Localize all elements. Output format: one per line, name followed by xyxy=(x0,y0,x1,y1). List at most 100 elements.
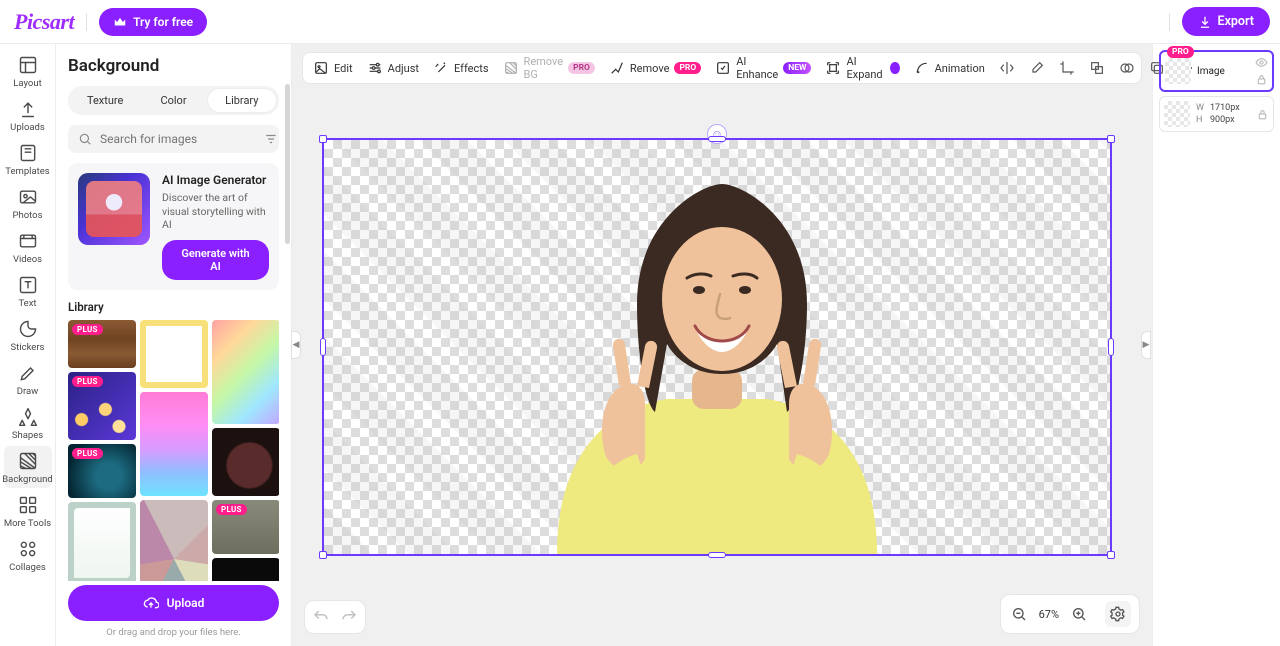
search-input[interactable] xyxy=(100,132,256,146)
resize-handle-tl[interactable] xyxy=(319,135,327,143)
tab-library[interactable]: Library xyxy=(208,89,276,112)
layer-thumb xyxy=(1165,58,1191,84)
rail-item-uploads[interactable]: Uploads xyxy=(4,94,52,136)
toolbar-ai-expand[interactable]: AI Expand xyxy=(825,55,899,81)
toolbar-eraser-button[interactable] xyxy=(1029,58,1045,78)
toolbar-crop-button[interactable] xyxy=(1059,58,1075,78)
rail-item-text[interactable]: Text xyxy=(4,270,52,312)
dim-h-label: H xyxy=(1196,115,1206,125)
toolbar-blend-button[interactable] xyxy=(1119,58,1135,78)
zoom-value[interactable]: 67% xyxy=(1039,608,1059,621)
rail-item-draw[interactable]: Draw xyxy=(4,358,52,400)
collapse-left-handle[interactable]: ◀ xyxy=(291,331,301,359)
canvas-selection[interactable]: ☺ xyxy=(322,138,1112,556)
toolbar-edit-label: Edit xyxy=(334,62,353,75)
rail-item-shapes[interactable]: Shapes xyxy=(4,402,52,444)
rail-item-layout[interactable]: Layout xyxy=(4,50,52,92)
resize-handle-br[interactable] xyxy=(1107,551,1115,559)
lock-icon[interactable] xyxy=(1256,108,1269,121)
filter-icon[interactable] xyxy=(264,132,278,146)
library-thumb[interactable] xyxy=(68,502,136,581)
library-grid[interactable]: PLUS PLUS PLUS PLUS xyxy=(68,320,279,581)
library-thumb[interactable] xyxy=(212,320,279,424)
removebg-icon xyxy=(503,60,519,76)
canvas-image[interactable] xyxy=(487,154,947,554)
toolbar-edit[interactable]: Edit xyxy=(313,60,353,76)
rail-item-templates[interactable]: Templates xyxy=(4,138,52,180)
library-thumb[interactable]: PLUS xyxy=(68,372,136,440)
toolbar-flip-button[interactable] xyxy=(999,58,1015,78)
layer-canvas[interactable]: W1710px H900px xyxy=(1159,96,1274,132)
toolbar-animation[interactable]: Animation xyxy=(914,60,985,76)
generate-with-ai-button[interactable]: Generate with AI xyxy=(162,240,269,280)
toolbar-removebg-label: Remove BG xyxy=(524,55,564,81)
zoom-card: 67% xyxy=(1000,594,1140,634)
zoom-out-button[interactable] xyxy=(1009,604,1029,624)
remove-icon xyxy=(609,60,625,76)
toolbar-ai-enhance[interactable]: AI EnhanceNEW xyxy=(715,55,811,81)
resize-handle-bl[interactable] xyxy=(319,551,327,559)
resize-handle-r[interactable] xyxy=(1108,338,1114,356)
dim-w-value: 1710px xyxy=(1210,103,1240,113)
toolbar-expand-label: AI Expand xyxy=(846,55,885,81)
resize-handle-b[interactable] xyxy=(708,552,726,558)
rail-label: Photos xyxy=(13,210,43,221)
undo-button[interactable] xyxy=(311,607,331,627)
pro-badge: PRO xyxy=(568,62,595,74)
library-thumb[interactable] xyxy=(212,428,279,496)
rail-item-stickers[interactable]: Stickers xyxy=(4,314,52,356)
resize-handle-tr[interactable] xyxy=(1107,135,1115,143)
resize-handle-t[interactable] xyxy=(708,136,726,142)
panel-title: Background xyxy=(68,56,279,76)
library-thumb[interactable] xyxy=(140,320,208,388)
library-thumb[interactable] xyxy=(212,558,279,581)
ai-expand-indicator xyxy=(890,62,899,74)
layer-image[interactable]: PRO Image xyxy=(1159,50,1274,92)
toolbar-arrange-button[interactable] xyxy=(1089,58,1105,78)
brand-logo[interactable]: Picsart xyxy=(14,9,74,35)
toolbar-remove[interactable]: RemovePRO xyxy=(609,60,701,76)
rail-label: More Tools xyxy=(4,518,51,529)
search-bar[interactable] xyxy=(68,125,279,153)
library-thumb[interactable] xyxy=(140,392,208,496)
canvas-settings-button[interactable] xyxy=(1105,601,1131,627)
photos-icon xyxy=(17,186,39,208)
left-rail: Layout Uploads Templates Photos Videos T… xyxy=(0,44,56,646)
export-button[interactable]: Export xyxy=(1182,7,1270,36)
upload-button[interactable]: Upload xyxy=(68,585,279,621)
rail-item-moretools[interactable]: More Tools xyxy=(4,490,52,532)
animation-icon xyxy=(914,60,930,76)
collapse-right-handle[interactable]: ▶ xyxy=(1141,331,1151,359)
rail-item-background[interactable]: Background xyxy=(4,446,52,488)
toolbar-animation-label: Animation xyxy=(935,62,985,75)
library-thumb[interactable] xyxy=(140,500,208,581)
upload-cloud-icon xyxy=(143,595,159,611)
lock-icon[interactable] xyxy=(1255,73,1268,86)
canvas-area[interactable]: ◀ Edit Adjust Effects Remove BG PRO Remov… xyxy=(292,44,1152,646)
context-toolbar: Edit Adjust Effects Remove BG PRO RemoveP… xyxy=(302,52,1142,84)
tab-texture[interactable]: Texture xyxy=(71,89,139,112)
tab-color[interactable]: Color xyxy=(139,89,207,112)
library-thumb[interactable]: PLUS xyxy=(68,444,136,498)
library-thumb[interactable]: PLUS xyxy=(212,500,279,554)
visibility-icon[interactable] xyxy=(1255,56,1268,69)
resize-handle-l[interactable] xyxy=(320,338,326,356)
zoom-in-button[interactable] xyxy=(1069,604,1089,624)
redo-button[interactable] xyxy=(339,607,359,627)
panel-tabs: Texture Color Library xyxy=(68,86,279,115)
dim-w-label: W xyxy=(1196,103,1206,113)
library-thumb[interactable]: PLUS xyxy=(68,320,136,368)
toolbar-effects[interactable]: Effects xyxy=(433,60,489,76)
divider xyxy=(86,13,87,31)
rail-item-collages[interactable]: Collages xyxy=(4,534,52,576)
rail-label: Background xyxy=(2,474,53,485)
rail-item-photos[interactable]: Photos xyxy=(4,182,52,224)
ai-generator-title: AI Image Generator xyxy=(162,173,269,187)
upload-icon xyxy=(17,98,39,120)
panel-scrollbar[interactable] xyxy=(285,84,290,244)
ai-generator-subtitle: Discover the art of visual storytelling … xyxy=(162,191,269,232)
rail-item-videos[interactable]: Videos xyxy=(4,226,52,268)
toolbar-adjust[interactable]: Adjust xyxy=(367,60,419,76)
ai-generator-card: AI Image Generator Discover the art of v… xyxy=(68,163,279,290)
try-for-free-button[interactable]: Try for free xyxy=(99,8,207,36)
